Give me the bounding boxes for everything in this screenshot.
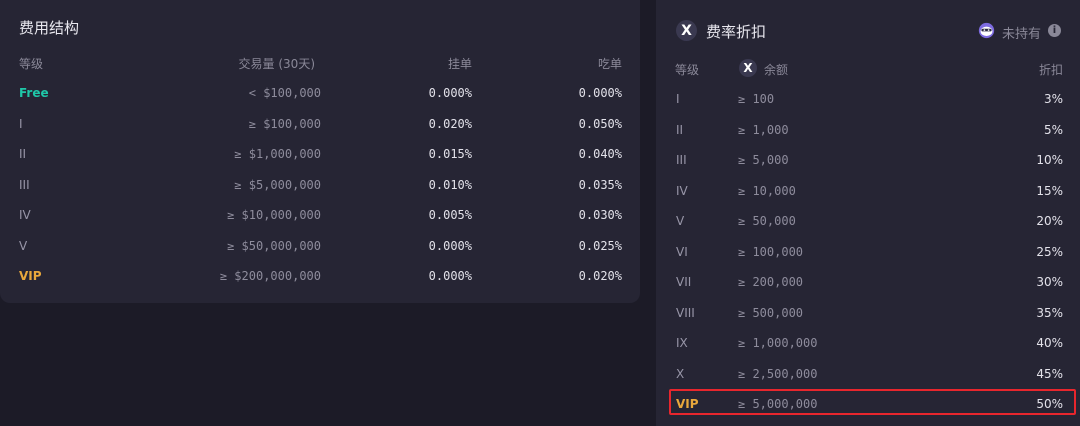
header-discount: 折扣 xyxy=(1038,63,1063,77)
fee-row-level: III xyxy=(19,178,30,192)
fee-row-level: Free xyxy=(19,86,49,100)
fee-row-level: IV xyxy=(19,208,31,222)
header-maker: 挂单 xyxy=(447,57,472,71)
fee-row-taker: 0.025% xyxy=(578,239,622,253)
info-icon[interactable]: i xyxy=(1048,24,1061,37)
fee-row-maker: 0.015% xyxy=(428,147,472,161)
header-balance: 余额 xyxy=(764,63,789,77)
header-taker: 吃单 xyxy=(597,57,622,71)
fee-row-maker: 0.000% xyxy=(428,239,472,253)
discount-row-value: 35% xyxy=(1036,306,1063,320)
highlight-vip-row xyxy=(669,389,1076,415)
holding-status: 未持有 xyxy=(1002,27,1042,42)
discount-row-balance: ≥ 100,000 xyxy=(738,245,804,259)
fee-structure-panel: 费用结构 等级 交易量 (30天) 挂单 吃单 Free < $100,000 0.… xyxy=(0,0,640,303)
discount-row-level: VI xyxy=(676,245,688,259)
discount-row-balance: ≥ 2,500,000 xyxy=(738,367,818,381)
discount-row-value: 15% xyxy=(1036,184,1063,198)
fee-row-taker: 0.035% xyxy=(578,178,622,192)
discount-row-value: 10% xyxy=(1036,153,1063,167)
fee-row-taker: 0.050% xyxy=(578,117,622,131)
discount-row-value: 3% xyxy=(1043,92,1063,106)
discount-row-level: V xyxy=(676,214,685,228)
fee-row-volume: ≥ $1,000,000 xyxy=(234,147,321,161)
fee-row-taker: 0.020% xyxy=(578,269,622,283)
fee-row-level: I xyxy=(19,117,23,131)
header-volume: 交易量 (30天) xyxy=(238,57,315,71)
fee-row-level: II xyxy=(19,147,27,161)
discount-row-level: VIII xyxy=(676,306,695,320)
mascot-icon xyxy=(978,22,995,39)
fee-row-volume: ≥ $50,000,000 xyxy=(227,239,321,253)
fee-row-maker: 0.005% xyxy=(428,208,472,222)
x-token-icon: X xyxy=(676,20,697,41)
fee-structure-title: 费用结构 xyxy=(19,19,80,37)
fee-row-volume: ≥ $10,000,000 xyxy=(227,208,321,222)
discount-row-value: 30% xyxy=(1036,275,1063,289)
header-discount-level: 等级 xyxy=(675,63,700,77)
discount-row-level: IV xyxy=(676,184,688,198)
discount-row-level: IX xyxy=(676,336,688,350)
discount-row-value: 40% xyxy=(1036,336,1063,350)
discount-row-balance: ≥ 1,000,000 xyxy=(738,336,818,350)
fee-row-level: V xyxy=(19,239,28,253)
fee-row-maker: 0.020% xyxy=(428,117,472,131)
discount-row-value: 20% xyxy=(1036,214,1063,228)
fee-discount-title: 费率折扣 xyxy=(706,23,767,41)
discount-row-balance: ≥ 500,000 xyxy=(738,306,804,320)
fee-row-maker: 0.000% xyxy=(428,269,472,283)
fee-row-maker: 0.010% xyxy=(428,178,472,192)
fee-row-taker: 0.040% xyxy=(578,147,622,161)
discount-row-level: III xyxy=(676,153,687,167)
discount-row-level: II xyxy=(676,123,684,137)
discount-row-value: 25% xyxy=(1036,245,1063,259)
discount-row-balance: ≥ 5,000 xyxy=(738,153,789,167)
discount-row-level: I xyxy=(676,92,680,106)
discount-row-balance: ≥ 100 xyxy=(738,92,775,106)
discount-row-balance: ≥ 200,000 xyxy=(738,275,804,289)
discount-row-value: 5% xyxy=(1043,123,1063,137)
discount-row-level: VII xyxy=(676,275,692,289)
fee-row-level: VIP xyxy=(19,269,42,283)
fee-row-volume: ≥ $100,000 xyxy=(248,117,321,131)
x-token-small-icon: X xyxy=(739,59,757,77)
fee-row-taker: 0.030% xyxy=(578,208,622,222)
header-level: 等级 xyxy=(19,57,44,71)
discount-row-balance: ≥ 1,000 xyxy=(738,123,789,137)
discount-row-balance: ≥ 10,000 xyxy=(738,184,796,198)
fee-row-volume: ≥ $5,000,000 xyxy=(234,178,321,192)
fee-row-volume: < $100,000 xyxy=(248,86,321,100)
discount-row-balance: ≥ 50,000 xyxy=(738,214,796,228)
fee-row-maker: 0.000% xyxy=(428,86,472,100)
discount-row-level: X xyxy=(676,367,685,381)
fee-discount-panel: X 费率折扣 等级 X 余额 折扣 I ≥ 100 3% II ≥ 1,000 5% III… xyxy=(656,0,1080,426)
discount-row-value: 45% xyxy=(1036,367,1063,381)
fee-row-volume: ≥ $200,000,000 xyxy=(219,269,321,283)
fee-row-taker: 0.000% xyxy=(578,86,622,100)
